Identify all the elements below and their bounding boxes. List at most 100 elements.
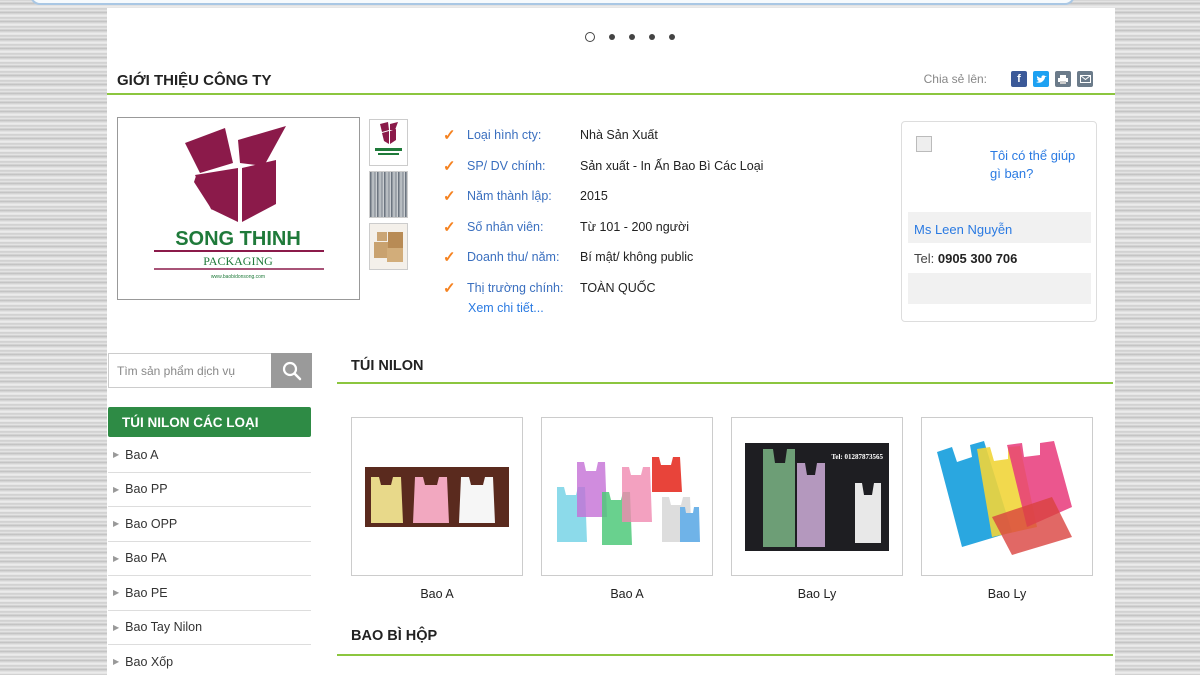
product-card[interactable]: Bao Ly [921,417,1093,601]
thumbnail-logo[interactable] [369,119,408,166]
product-name[interactable]: Bao Ly [731,587,903,601]
logo-brand: SONG THINH [175,228,301,250]
info-value: TOÀN QUỐC [580,280,656,295]
sidebar-item-bao-pe[interactable]: ▶ Bao PE [108,576,311,611]
share-bar: Chia sẻ lên: f [924,71,1093,87]
logo-url: www.baobidonsong.com [211,274,265,280]
sidebar-item-bao-xop[interactable]: ▶ Bao Xốp [108,645,311,675]
product-image[interactable]: Tel: 01287873565 [731,417,903,576]
caret-right-icon: ▶ [113,519,120,529]
search-bar [108,353,312,388]
checkmark-icon: ✓ [443,188,456,206]
email-icon[interactable] [1077,71,1093,87]
info-row: ✓ Số nhân viên: Từ 101 - 200 người [443,212,763,243]
support-question[interactable]: Tôi có thể giúp gì bạn? [990,147,1086,183]
checkmark-icon: ✓ [443,279,456,297]
caret-right-icon: ▶ [113,588,120,598]
product-image[interactable] [921,417,1093,576]
support-tel-label: Tel: [914,251,935,266]
product-overlay-text: Tel: 01287873565 [831,453,883,461]
product-card[interactable]: Bao A [541,417,713,601]
sidebar-item-label: Bao PE [125,585,168,600]
product-card[interactable]: Tel: 01287873565 Bao Ly [731,417,903,601]
thumbnail-factory-photo[interactable] [369,171,408,218]
product-name[interactable]: Bao A [351,587,523,601]
info-row: ✓ Loại hình cty: Nhà Sản Xuất [443,120,763,151]
sidebar-item-label: Bao Tay Nilon [125,620,203,635]
browser-address-bar-edge [30,0,1075,5]
info-row: ✓ Năm thành lập: 2015 [443,181,763,212]
search-input[interactable] [108,353,271,388]
info-value: Bí mật/ không public [580,250,694,265]
caret-right-icon: ▶ [113,450,120,460]
thumbnail-boxes-photo[interactable] [369,223,408,270]
slider-dot[interactable] [629,34,635,40]
logo-thumbnails [369,119,408,270]
product-name[interactable]: Bao A [541,587,713,601]
company-logo[interactable]: SONG THINH PACKAGING www.baobidonsong.co… [117,117,360,300]
product-card[interactable]: Bao A [351,417,523,601]
caret-right-icon: ▶ [113,657,120,667]
info-value: Sản xuất - In Ấn Bao Bì Các Loại [580,158,764,173]
slider-dot[interactable] [609,34,615,40]
sidebar-item-bao-opp[interactable]: ▶ Bao OPP [108,507,311,542]
info-label: Năm thành lập: [467,189,552,204]
info-label: Thị trường chính: [467,280,564,295]
info-label: Loại hình cty: [467,128,542,143]
sidebar-item-bao-a[interactable]: ▶ Bao A [108,438,311,473]
sidebar-item-bao-pp[interactable]: ▶ Bao PP [108,473,311,507]
broken-image-icon [916,136,932,152]
sidebar-item-label: Bao Xốp [125,654,174,669]
slider-dot[interactable] [669,34,675,40]
share-label: Chia sẻ lên: [923,72,987,86]
sidebar-item-label: Bao PA [125,551,167,566]
info-label: SP/ DV chính: [467,158,546,173]
slider-dot[interactable] [649,34,655,40]
sidebar-item-label: Bao OPP [125,516,178,531]
product-image[interactable] [541,417,713,576]
info-row: ✓ SP/ DV chính: Sản xuất - In Ấn Bao Bì … [443,151,763,182]
info-row: ✓ Doanh thu/ năm: Bí mật/ không public [443,242,763,273]
info-value: Từ 101 - 200 người [580,219,690,234]
sidebar-item-bao-pa[interactable]: ▶ Bao PA [108,542,311,576]
checkmark-icon: ✓ [443,218,456,236]
caret-right-icon: ▶ [113,622,120,632]
sidebar-item-label: Bao PP [125,482,168,497]
slider-dot[interactable] [585,32,595,42]
section-divider [107,93,1115,95]
category-list: ▶ Bao A ▶ Bao PP ▶ Bao OPP ▶ Bao PA ▶ Bao PE … [108,438,311,675]
company-info-list: ✓ Loại hình cty: Nhà Sản Xuất ✓ SP/ DV c… [443,120,763,303]
info-value: 2015 [580,189,608,204]
sidebar-item-bao-tay-nilon[interactable]: ▶ Bao Tay Nilon [108,611,311,645]
print-icon[interactable] [1055,71,1071,87]
products-section-title: TÚI NILON [351,358,424,374]
category-sidebar-title: TÚI NILON CÁC LOẠI [108,407,311,437]
checkmark-icon: ✓ [443,127,456,145]
search-button[interactable] [271,353,312,388]
checkmark-icon: ✓ [443,249,456,267]
product-name[interactable]: Bao Ly [921,587,1093,601]
view-details-link[interactable]: Xem chi tiết... [468,301,544,315]
support-box: Tôi có thể giúp gì bạn? Ms Leen Nguyễn T… [901,121,1097,322]
twitter-icon[interactable] [1033,71,1049,87]
support-footer-bar [908,273,1091,304]
sidebar-item-label: Bao A [125,447,159,462]
slider-dots [585,32,675,42]
section-divider [337,382,1113,384]
support-phone: Tel: 0905 300 706 [914,251,1017,266]
info-value: Nhà Sản Xuất [580,128,658,143]
info-row: ✓ Thị trường chính: TOÀN QUỐC [443,273,763,304]
section-divider [337,654,1113,656]
company-section-title: GIỚI THIỆU CÔNG TY [117,72,272,89]
box-section-title: BAO BÌ HỘP [351,628,438,644]
product-image[interactable] [351,417,523,576]
support-contact-name[interactable]: Ms Leen Nguyễn [908,212,1091,243]
logo-sub: PACKAGING [203,254,273,268]
search-icon [282,361,301,380]
caret-right-icon: ▶ [113,484,120,494]
support-tel-value: 0905 300 706 [937,251,1018,266]
caret-right-icon: ▶ [113,553,120,563]
checkmark-icon: ✓ [443,157,456,175]
info-label: Doanh thu/ năm: [467,250,560,265]
facebook-icon[interactable]: f [1011,71,1027,87]
